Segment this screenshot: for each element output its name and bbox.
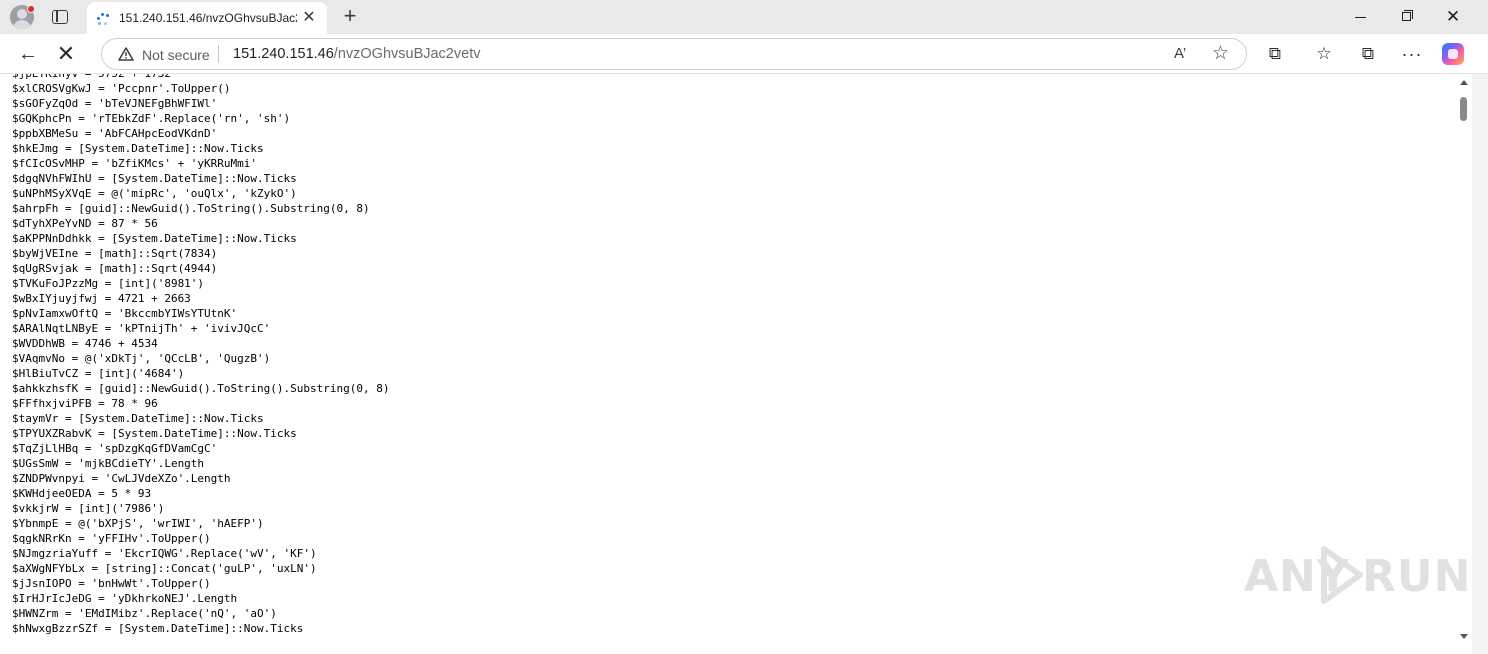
code-line: $aKPPNnDdhkk = [System.DateTime]::Now.Ti… xyxy=(12,232,297,245)
code-line: $FFfhxjviPFB = 78 * 96 xyxy=(12,397,158,410)
code-line: $TPYUXZRabvK = [System.DateTime]::Now.Ti… xyxy=(12,427,297,440)
code-line: $TVKuFoJPzzMg = [int]('8981') xyxy=(12,277,205,290)
play-logo-icon xyxy=(1321,546,1363,604)
url-host: 151.240.151.46 xyxy=(233,46,334,62)
copilot-icon[interactable] xyxy=(1442,43,1464,65)
favorites-icon[interactable]: ☆ xyxy=(1312,42,1336,66)
code-line: $taymVr = [System.DateTime]::Now.Ticks xyxy=(12,412,264,425)
avatar-body xyxy=(13,20,31,29)
restore-icon xyxy=(1402,12,1411,21)
code-line: $HlBiuTvCZ = [int]('4684') xyxy=(12,367,185,380)
watermark-text-right: RUN xyxy=(1362,551,1472,602)
address-divider xyxy=(218,45,219,63)
avatar-head xyxy=(17,9,27,19)
code-line: $dTyhXPeYvND = 87 * 56 xyxy=(12,217,158,230)
tab-actions-icon[interactable] xyxy=(52,10,68,24)
code-line: $vkkjrW = [int]('7986') xyxy=(12,502,165,515)
scroll-down-arrow-icon[interactable] xyxy=(1460,634,1468,639)
notification-dot-icon xyxy=(27,5,35,13)
extensions-icon[interactable]: ⧉ xyxy=(1263,42,1287,66)
code-line: $dgqNVhFWIhU = [System.DateTime]::Now.Ti… xyxy=(12,172,297,185)
new-tab-button[interactable]: + xyxy=(338,5,362,29)
minimize-icon xyxy=(1355,17,1366,18)
script-text: $jpEYKinyv = 5752 + 1732$xlCROSVgKwJ = '… xyxy=(12,74,390,636)
code-line: $qgkNRrKn = 'yFFIHv'.ToUpper() xyxy=(12,532,211,545)
tab-strip: 151.240.151.46/nvzOGhvsuBJac2vetv ✕ + ✕ xyxy=(0,0,1488,34)
code-line: $jpEYKinyv = 5752 + 1732 xyxy=(12,74,390,81)
code-line: $aXWgNFYbLx = [string]::Concat('guLP', '… xyxy=(12,562,317,575)
code-line: $NJmgzriaYuff = 'EkcrIQWG'.Replace('wV',… xyxy=(12,547,317,560)
anyrun-watermark: ANY RUN xyxy=(1244,543,1470,607)
code-line: $jJsnIOPO = 'bnHwWt'.ToUpper() xyxy=(12,577,211,590)
minimize-button[interactable] xyxy=(1338,0,1384,34)
code-line: $fCIcOSvMHP = 'bZfiKMcs' + 'yKRRuMmi' xyxy=(12,157,258,170)
code-line: $TqZjLlHBq = 'spDzgKqGfDVamCgC' xyxy=(12,442,218,455)
back-button[interactable]: ← xyxy=(14,40,42,68)
browser-toolbar: ← ✕ Not secure 151.240.151.46/nvzOGhvsuB… xyxy=(0,34,1488,74)
window-edge xyxy=(1472,74,1488,654)
code-line: $VAqmvNo = @('xDkTj', 'QCcLB', 'QugzB') xyxy=(12,352,271,365)
code-line: $qUgRSvjak = [math]::Sqrt(4944) xyxy=(12,262,218,275)
code-line: $WVDDhWB = 4746 + 4534 xyxy=(12,337,158,350)
warning-icon[interactable] xyxy=(118,47,134,61)
code-line: $ppbXBMeSu = 'AbFCAHpcEodVKdnD' xyxy=(12,127,218,140)
collections-icon[interactable]: ⧉ xyxy=(1356,42,1380,66)
more-menu-icon[interactable]: ··· xyxy=(1400,42,1424,66)
url-path: /nvzOGhvsuBJac2vetv xyxy=(333,46,481,62)
code-line: $wBxIYjuyjfwj = 4721 + 2663 xyxy=(12,292,191,305)
scrollbar-thumb[interactable] xyxy=(1460,97,1467,121)
code-line: $ZNDPWvnpyi = 'CwLJVdeXZo'.Length xyxy=(12,472,231,485)
code-line: $uNPhMSyXVqE = @('mipRc', 'ouQlx', 'kZyk… xyxy=(12,187,297,200)
stop-loading-button[interactable]: ✕ xyxy=(52,40,80,68)
restore-button[interactable] xyxy=(1384,0,1430,34)
security-label[interactable]: Not secure xyxy=(142,47,210,63)
read-aloud-icon[interactable]: A’ xyxy=(1174,45,1186,62)
window-close-button[interactable]: ✕ xyxy=(1430,0,1476,34)
code-line: $GQKphcPn = 'rTEbkZdF'.Replace('rn', 'sh… xyxy=(12,112,291,125)
loading-favicon-icon xyxy=(95,11,111,27)
code-line: $xlCROSVgKwJ = 'Pccpnr'.ToUpper() xyxy=(12,82,231,95)
code-line: $pNvIamxwOftQ = 'BkccmbYIWsYTUtnK' xyxy=(12,307,238,320)
code-line: $byWjVEIne = [math]::Sqrt(7834) xyxy=(12,247,218,260)
code-line: $HWNZrm = 'EMdIMibz'.Replace('nQ', 'aO') xyxy=(12,607,277,620)
code-line: $KWHdjeeOEDA = 5 * 93 xyxy=(12,487,152,500)
tab-close-icon[interactable]: ✕ xyxy=(301,10,317,26)
code-line: $ahrpFh = [guid]::NewGuid().ToString().S… xyxy=(12,202,370,215)
url-text[interactable]: 151.240.151.46/nvzOGhvsuBJac2vetv xyxy=(233,46,480,62)
code-line: $hNwxgBzzrSZf = [System.DateTime]::Now.T… xyxy=(12,622,304,635)
code-line: $hkEJmg = [System.DateTime]::Now.Ticks xyxy=(12,142,264,155)
add-favorite-icon[interactable]: ☆ xyxy=(1212,42,1229,65)
code-line: $ARAlNqtLNByE = 'kPTnijTh' + 'ivivJQcC' xyxy=(12,322,271,335)
code-line: $ahkkzhsfK = [guid]::NewGuid().ToString(… xyxy=(12,382,390,395)
tab-active[interactable]: 151.240.151.46/nvzOGhvsuBJac2vetv ✕ xyxy=(87,2,327,34)
address-bar[interactable]: Not secure 151.240.151.46/nvzOGhvsuBJac2… xyxy=(101,38,1247,70)
code-line: $UGsSmW = 'mjkBCdieTY'.Length xyxy=(12,457,205,470)
tab-title: 151.240.151.46/nvzOGhvsuBJac2vetv xyxy=(119,11,297,25)
scroll-up-arrow-icon[interactable] xyxy=(1460,80,1468,85)
code-line: $YbnmpE = @('bXPjS', 'wrIWI', 'hAEFP') xyxy=(12,517,264,530)
code-line: $sGOFyZqOd = 'bTeVJNEFgBhWFIWl' xyxy=(12,97,218,110)
code-line: $IrHJrIcJeDG = 'yDkhrkoNEJ'.Length xyxy=(12,592,238,605)
